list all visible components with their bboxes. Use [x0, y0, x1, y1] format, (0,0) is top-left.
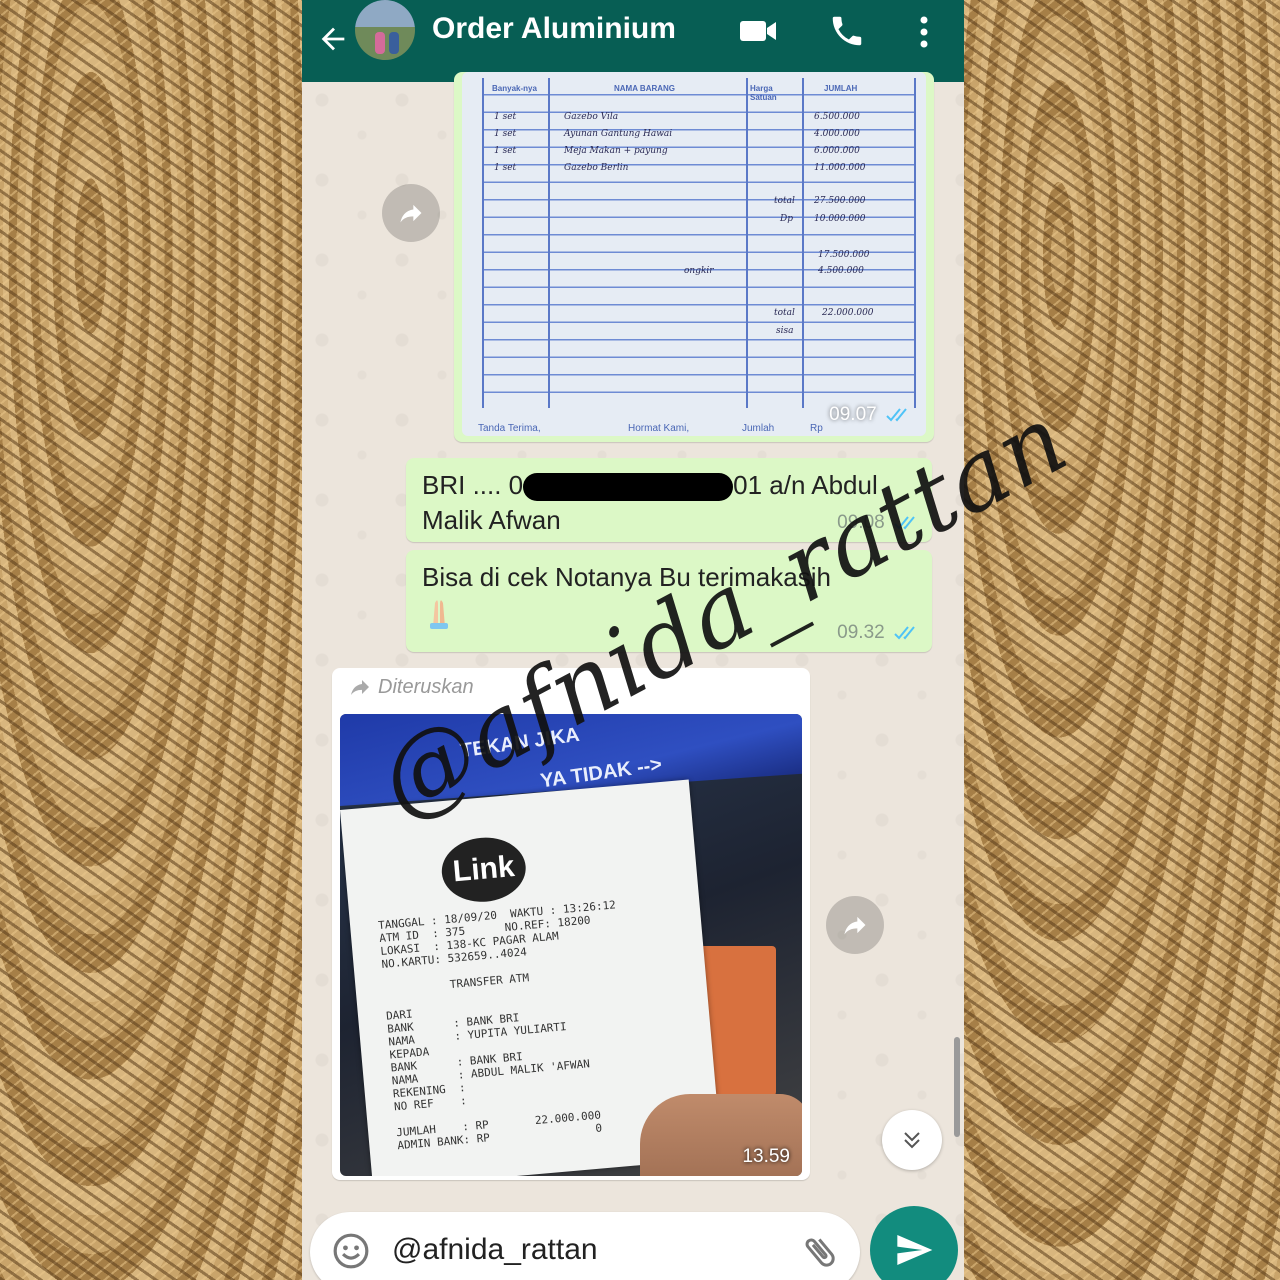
- folded-hands-emoji-icon: [430, 600, 448, 629]
- invoice-ongkir-label: ongkir: [684, 266, 714, 276]
- send-button[interactable]: [870, 1206, 958, 1280]
- invoice-row-amount: 6.500.000: [814, 112, 860, 122]
- invoice-dp-label: Dp: [780, 214, 793, 224]
- invoice-total-label: total: [774, 196, 795, 206]
- scroll-down-icon: [904, 1132, 920, 1149]
- send-icon: [897, 1235, 933, 1265]
- invoice-row-amount: 6.000.000: [814, 146, 860, 156]
- scrollbar-thumb[interactable]: [954, 1037, 960, 1137]
- message-text-prefix: BRI .... 0: [422, 470, 524, 500]
- message-input[interactable]: [390, 1232, 774, 1268]
- invoice-footer-sender: Hormat Kami,: [628, 423, 690, 434]
- menu-dots-icon[interactable]: [914, 12, 934, 52]
- scroll-to-bottom-button[interactable]: [882, 1110, 942, 1170]
- invoice-total2-label: total: [774, 308, 795, 318]
- read-ticks-icon: [894, 626, 915, 640]
- message-time: 09.07: [829, 404, 912, 426]
- invoice-row-item: Meja Makan + payung: [564, 146, 668, 156]
- invoice-header-price: Harga Satuan: [750, 84, 777, 102]
- message-time: 13.59: [742, 1146, 790, 1167]
- invoice-header-qty: Banyak-nya: [492, 84, 537, 93]
- link-logo: Link: [439, 834, 529, 906]
- invoice-row-amount: 11.000.000: [814, 163, 866, 173]
- attach-icon[interactable]: [800, 1232, 840, 1272]
- read-ticks-icon: [886, 408, 907, 422]
- invoice-row-qty: 1 set: [494, 146, 517, 156]
- invoice-row-amount: 4.000.000: [814, 129, 860, 139]
- invoice-total2-value: 22.000.000: [822, 308, 874, 318]
- message-composer: [310, 1212, 860, 1280]
- chat-header: Order Aluminium: [302, 0, 964, 82]
- invoice-row-qty: 1 set: [494, 112, 517, 122]
- invoice-ongkir-value: 4.500.000: [818, 266, 864, 276]
- forward-icon: [844, 916, 866, 935]
- invoice-footer-receiver: Tanda Terima,: [478, 423, 541, 434]
- invoice-row-qty: 1 set: [494, 129, 517, 139]
- invoice-footer-rp: Rp: [810, 423, 823, 434]
- emoji-icon[interactable]: [332, 1232, 370, 1270]
- message-time-text: 09.32: [837, 622, 885, 643]
- invoice-total-value: 27.500.000: [814, 196, 866, 206]
- message-time-text: 09.07: [829, 404, 877, 425]
- contact-name[interactable]: Order Aluminium: [432, 12, 676, 46]
- phone-icon[interactable]: [828, 12, 866, 50]
- video-call-icon[interactable]: [738, 16, 778, 46]
- invoice-subtotal: 17.500.000: [818, 250, 870, 260]
- back-arrow-icon[interactable]: [316, 22, 350, 56]
- contact-avatar[interactable]: [355, 0, 415, 60]
- invoice-row-qty: 1 set: [494, 163, 517, 173]
- invoice-header-item: NAMA BARANG: [614, 84, 676, 93]
- background-rope-texture-right: [964, 0, 1280, 1280]
- invoice-sisa-label: sisa: [776, 326, 794, 336]
- invoice-photo-message[interactable]: Banyak-nya NAMA BARANG Harga Satuan JUML…: [454, 72, 934, 442]
- invoice-row-item: Gazebo Berlin: [564, 163, 629, 173]
- invoice-row-item: Gazebo Vila: [564, 112, 619, 122]
- redaction-bar: [523, 473, 734, 502]
- invoice-dp-value: 10.000.000: [814, 214, 866, 224]
- forward-button[interactable]: [382, 184, 440, 242]
- receipt-text: TANGGAL : 18/09/20 WAKTU : 13:26:12 ATM …: [377, 898, 617, 1153]
- forwarded-icon: [351, 679, 369, 695]
- message-time: 09.32: [837, 622, 920, 644]
- forward-icon: [400, 204, 422, 223]
- invoice-table: Banyak-nya NAMA BARANG Harga Satuan JUML…: [482, 78, 916, 408]
- invoice-photo[interactable]: Banyak-nya NAMA BARANG Harga Satuan JUML…: [462, 72, 926, 436]
- invoice-header-amount: JUMLAH: [824, 84, 858, 93]
- background-rope-texture-left: [0, 0, 302, 1280]
- forward-button[interactable]: [826, 896, 884, 954]
- invoice-footer-total: Jumlah: [742, 423, 775, 434]
- invoice-row-item: Ayunan Gantung Hawai: [564, 129, 673, 139]
